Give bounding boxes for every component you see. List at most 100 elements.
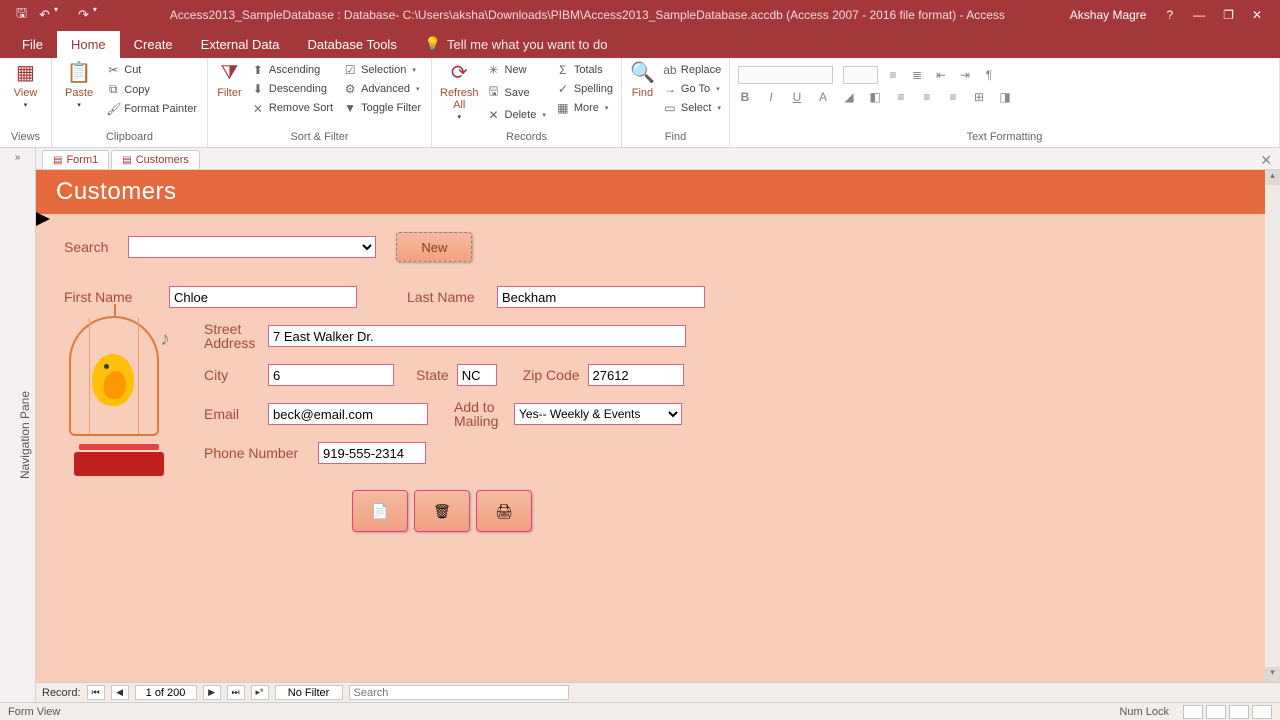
format-painter-button[interactable]: 🖌Format Painter	[104, 101, 199, 117]
new-button[interactable]: ✳New	[485, 62, 548, 78]
form-icon: ▤	[122, 155, 131, 166]
cut-button[interactable]: ✂Cut	[104, 62, 199, 78]
find-button[interactable]: 🔍 Find	[630, 62, 655, 99]
tab-create[interactable]: Create	[120, 31, 187, 58]
undo-icon[interactable]: ↶	[39, 7, 50, 23]
spelling-button[interactable]: ✓Spelling	[554, 81, 615, 97]
font-size-combo[interactable]	[843, 66, 878, 84]
street-field[interactable]	[268, 325, 686, 347]
close-tab-icon[interactable]: ✕	[1260, 152, 1272, 169]
descending-button[interactable]: ⬇Descending	[249, 81, 335, 97]
doc-tab-customers[interactable]: ▤ Customers	[111, 150, 200, 169]
goto-button[interactable]: →Go To▾	[661, 81, 723, 97]
more-button[interactable]: ▦More▾	[554, 100, 615, 116]
advanced-button[interactable]: ⚙Advanced▾	[341, 81, 423, 97]
mailing-combo[interactable]: Yes-- Weekly & Events	[514, 403, 682, 425]
new-record-nav-button[interactable]: ▸*	[251, 685, 269, 700]
zip-field[interactable]	[588, 364, 684, 386]
first-name-label: First Name	[64, 289, 149, 305]
paste-button[interactable]: 📋 Paste ▾	[60, 62, 98, 109]
align-left-icon[interactable]: ≡	[894, 90, 908, 104]
design-view-button[interactable]	[1252, 705, 1272, 719]
action-button-2[interactable]: 🗑	[414, 490, 470, 532]
select-button[interactable]: ▭Select▾	[661, 100, 723, 116]
redo-icon[interactable]: ↷	[78, 7, 89, 23]
first-name-field[interactable]	[169, 286, 357, 308]
city-field[interactable]	[268, 364, 394, 386]
arrow-right-icon: →	[663, 82, 677, 96]
email-field[interactable]	[268, 403, 428, 425]
gridlines-icon[interactable]: ⊞	[972, 90, 986, 104]
align-center-icon[interactable]: ≡	[920, 90, 934, 104]
bullets-icon[interactable]: ≡	[886, 68, 900, 82]
search-combo[interactable]	[128, 236, 376, 258]
new-record-button[interactable]: New	[396, 232, 472, 262]
remove-sort-button[interactable]: ⨯Remove Sort	[249, 100, 335, 116]
phone-field[interactable]	[318, 442, 426, 464]
expand-icon[interactable]: »	[0, 148, 35, 163]
font-combo[interactable]	[738, 66, 833, 84]
navigation-pane[interactable]: » Navigation Pane	[0, 148, 36, 702]
minimize-icon[interactable]: —	[1193, 8, 1205, 22]
prev-record-button[interactable]: ◀	[111, 685, 129, 700]
ascending-button[interactable]: ⬆Ascending	[249, 62, 335, 78]
restore-icon[interactable]: ❐	[1223, 8, 1234, 22]
tell-me[interactable]: 💡 Tell me what you want to do	[411, 30, 622, 58]
refresh-all-button[interactable]: ⟳ Refresh All ▾	[440, 62, 479, 121]
tab-database-tools[interactable]: Database Tools	[293, 31, 410, 58]
doc-tab-form1[interactable]: ▤ Form1	[42, 150, 109, 169]
tab-file[interactable]: File	[8, 31, 57, 58]
tab-home[interactable]: Home	[57, 31, 120, 58]
layout-view-button[interactable]	[1229, 705, 1249, 719]
form-icon: ▤	[53, 155, 62, 166]
record-position-field[interactable]	[135, 685, 197, 700]
copy-button[interactable]: ⧉Copy	[104, 81, 199, 98]
group-views-label: Views	[8, 131, 43, 145]
selection-button[interactable]: ☑Selection▾	[341, 62, 423, 78]
scrollbar[interactable]: ▴ ▾	[1265, 170, 1280, 682]
scroll-down-icon[interactable]: ▾	[1265, 667, 1280, 682]
totals-button[interactable]: ΣTotals	[554, 62, 615, 78]
sort-desc-icon: ⬇	[251, 82, 265, 96]
datasheet-view-button[interactable]	[1206, 705, 1226, 719]
bold-button[interactable]: B	[738, 90, 752, 104]
fill-icon[interactable]: ◧	[868, 90, 882, 104]
first-record-button[interactable]: ⏮	[87, 685, 105, 700]
toggle-filter-button[interactable]: ▼Toggle Filter	[341, 100, 423, 116]
form-view-button[interactable]	[1183, 705, 1203, 719]
delete-button[interactable]: ✕Delete▾	[485, 107, 548, 123]
underline-button[interactable]: U	[790, 90, 804, 104]
save-icon[interactable]: 🖫	[16, 4, 27, 26]
scroll-up-icon[interactable]: ▴	[1265, 170, 1280, 185]
highlight-icon[interactable]: ◢	[842, 90, 856, 104]
record-search-field[interactable]	[349, 685, 569, 700]
alt-row-icon[interactable]: ◨	[998, 90, 1012, 104]
scissors-icon: ✂	[106, 63, 120, 77]
font-color-icon[interactable]: A	[816, 90, 830, 104]
document-icon: 📄	[371, 503, 388, 520]
user-name[interactable]: Akshay Magre	[1070, 8, 1147, 22]
last-record-button[interactable]: ⏭	[227, 685, 245, 700]
no-filter-field[interactable]	[275, 685, 343, 700]
last-name-label: Last Name	[407, 289, 477, 305]
tab-external-data[interactable]: External Data	[187, 31, 294, 58]
outdent-icon[interactable]: ⇤	[934, 68, 948, 82]
align-right-icon[interactable]: ≡	[946, 90, 960, 104]
action-button-3[interactable]: 🖨	[476, 490, 532, 532]
group-records-label: Records	[440, 131, 613, 145]
next-record-button[interactable]: ▶	[203, 685, 221, 700]
state-field[interactable]	[457, 364, 497, 386]
last-name-field[interactable]	[497, 286, 705, 308]
italic-button[interactable]: I	[764, 90, 778, 104]
replace-button[interactable]: abReplace	[661, 62, 723, 78]
indent-icon[interactable]: ⇥	[958, 68, 972, 82]
close-icon[interactable]: ✕	[1252, 8, 1262, 22]
ltr-icon[interactable]: ¶	[982, 68, 996, 82]
save-button[interactable]: 🖫Save	[485, 81, 548, 104]
numbering-icon[interactable]: ≣	[910, 68, 924, 82]
filter-button[interactable]: ⧩ Filter	[216, 62, 243, 99]
view-button[interactable]: ▦ View ▾	[8, 62, 43, 109]
action-button-1[interactable]: 📄	[352, 490, 408, 532]
help-icon[interactable]: ?	[1166, 8, 1173, 22]
advanced-icon: ⚙	[343, 82, 357, 96]
